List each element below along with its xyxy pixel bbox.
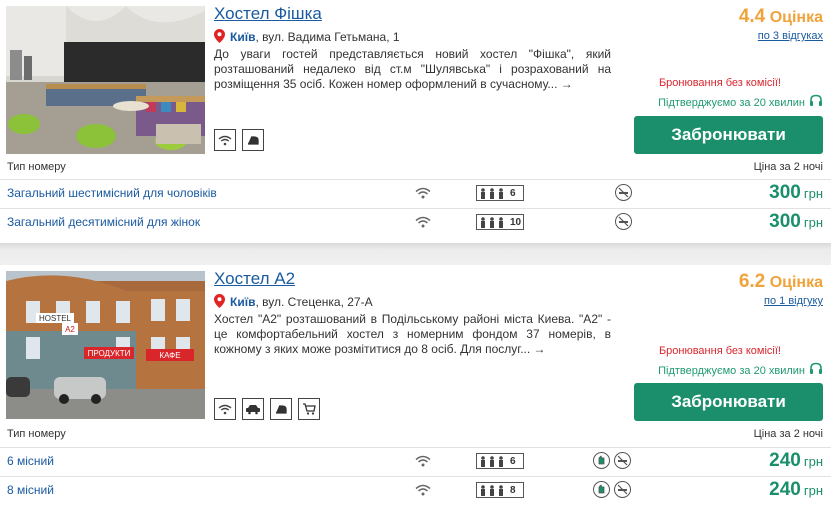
room-icons <box>615 213 632 230</box>
reviews-link[interactable]: по 1 відгуку <box>739 295 823 307</box>
hostel-photo[interactable] <box>6 6 205 154</box>
rooms-header: Тип номеру Ціна за 2 ночі <box>7 161 823 177</box>
room-row[interactable]: 8 місний 8 240 грн <box>0 476 831 505</box>
book-button[interactable]: Забронювати <box>634 383 823 421</box>
room-icons <box>593 481 631 498</box>
room-price: 300 грн <box>769 182 823 204</box>
capacity-value: 10 <box>510 216 522 228</box>
hostel-photo[interactable]: HOSTEL A2 ПРОДУКТИ КАФЕ <box>6 271 205 419</box>
currency: грн <box>803 454 823 469</box>
rating-block: 4.4 Оцінка по 3 відгуках <box>739 6 823 42</box>
price-header: Ціна за 2 ночі <box>753 161 823 173</box>
room-type-header: Тип номеру <box>7 428 66 440</box>
book-button[interactable]: Забронювати <box>634 116 823 154</box>
hand-wash-icon <box>593 452 610 469</box>
room-name-link[interactable]: Загальний шестимісний для чоловіків <box>7 186 217 200</box>
street-address: , вул. Вадима Гетьмана, 1 <box>255 30 400 44</box>
iron-icon <box>270 398 292 420</box>
headset-icon <box>809 362 823 379</box>
card-separator <box>0 243 831 265</box>
confirm-note: Підтверджуємо за 20 хвилин <box>658 94 823 111</box>
rating-label: Оцінка <box>769 274 823 291</box>
rating-block: 6.2 Оцінка по 1 відгуку <box>739 271 823 307</box>
capacity-badge: 10 <box>476 214 524 230</box>
hostel-location: Київ, вул. Вадима Гетьмана, 1 <box>214 29 400 46</box>
no-smoking-icon <box>614 481 631 498</box>
iron-icon <box>242 129 264 151</box>
room-price: 240 грн <box>769 450 823 472</box>
amenities <box>214 398 320 420</box>
capacity-badge: 8 <box>476 482 524 498</box>
people-icon <box>480 216 506 228</box>
photo-sign-hostel: HOSTEL <box>39 314 72 323</box>
hostel-card-a2: HOSTEL A2 ПРОДУКТИ КАФЕ Хостел А2 Київ, … <box>0 265 831 512</box>
room-row[interactable]: 6 місний 6 240 грн <box>0 447 831 476</box>
wifi-icon <box>214 398 236 420</box>
amenities <box>214 129 264 151</box>
hostel-title-link[interactable]: Хостел Фішка <box>214 4 322 24</box>
hostel-title-link[interactable]: Хостел А2 <box>214 269 295 289</box>
capacity-badge: 6 <box>476 185 524 201</box>
hostel-description[interactable]: Хостел "А2" розташований в Подільському … <box>214 312 611 357</box>
room-name-link[interactable]: 6 місний <box>7 454 54 468</box>
room-price: 240 грн <box>769 479 823 501</box>
city-link[interactable]: Київ <box>230 295 255 309</box>
people-icon <box>480 484 506 496</box>
no-smoking-icon <box>615 213 632 230</box>
parking-icon <box>242 398 264 420</box>
room-name-link[interactable]: Загальний десятимісний для жінок <box>7 215 200 229</box>
hostel-description[interactable]: До уваги гостей представляється новий хо… <box>214 47 611 92</box>
rating-label: Оцінка <box>769 9 823 26</box>
capacity-value: 6 <box>510 455 516 467</box>
no-smoking-icon <box>615 184 632 201</box>
wifi-icon <box>415 483 431 501</box>
price-value: 300 <box>769 182 801 203</box>
currency: грн <box>803 215 823 230</box>
price-value: 240 <box>769 450 801 471</box>
reviews-link[interactable]: по 3 відгуках <box>739 30 823 42</box>
map-pin-icon <box>214 29 225 46</box>
rating-value: 4.4 <box>738 6 766 27</box>
wifi-icon <box>415 454 431 472</box>
wifi-icon <box>214 129 236 151</box>
room-name-link[interactable]: 8 місний <box>7 483 54 497</box>
room-type-header: Тип номеру <box>7 161 66 173</box>
street-address: , вул. Стеценка, 27-А <box>255 295 373 309</box>
capacity-value: 8 <box>510 484 516 496</box>
capacity-value: 6 <box>510 187 516 199</box>
photo-sign-products: ПРОДУКТИ <box>88 349 131 358</box>
hand-wash-icon <box>593 481 610 498</box>
people-icon <box>480 187 506 199</box>
photo-sign-cafe: КАФЕ <box>159 351 180 360</box>
people-icon <box>480 455 506 467</box>
confirm-text: Підтверджуємо за 20 хвилин <box>658 96 805 109</box>
hostel-location: Київ, вул. Стеценка, 27-А <box>214 294 373 311</box>
city-link[interactable]: Київ <box>230 30 255 44</box>
currency: грн <box>803 483 823 498</box>
room-row[interactable]: Загальний шестимісний для чоловіків 6 30… <box>0 179 831 208</box>
hostel-card-fishka: Хостел Фішка Київ, вул. Вадима Гетьмана,… <box>0 0 831 243</box>
confirm-note: Підтверджуємо за 20 хвилин <box>658 362 823 379</box>
room-icons <box>593 452 631 469</box>
no-commission-note: Бронювання без комісії! <box>658 345 781 357</box>
headset-icon <box>809 94 823 111</box>
shop-cart-icon <box>298 398 320 420</box>
no-commission-note: Бронювання без комісії! <box>658 77 781 89</box>
capacity-badge: 6 <box>476 453 524 469</box>
currency: грн <box>803 186 823 201</box>
price-header: Ціна за 2 ночі <box>753 428 823 440</box>
room-icons <box>615 184 632 201</box>
photo-sign-a2: A2 <box>65 325 75 334</box>
wifi-icon <box>415 186 431 204</box>
no-smoking-icon <box>614 452 631 469</box>
rooms-header: Тип номеру Ціна за 2 ночі <box>7 428 823 444</box>
room-price: 300 грн <box>769 211 823 233</box>
price-value: 300 <box>769 211 801 232</box>
price-value: 240 <box>769 479 801 500</box>
confirm-text: Підтверджуємо за 20 хвилин <box>658 364 805 377</box>
room-row[interactable]: Загальний десятимісний для жінок 10 300 г… <box>0 208 831 237</box>
rating-value: 6.2 <box>738 271 766 292</box>
map-pin-icon <box>214 294 225 311</box>
wifi-icon <box>415 215 431 233</box>
